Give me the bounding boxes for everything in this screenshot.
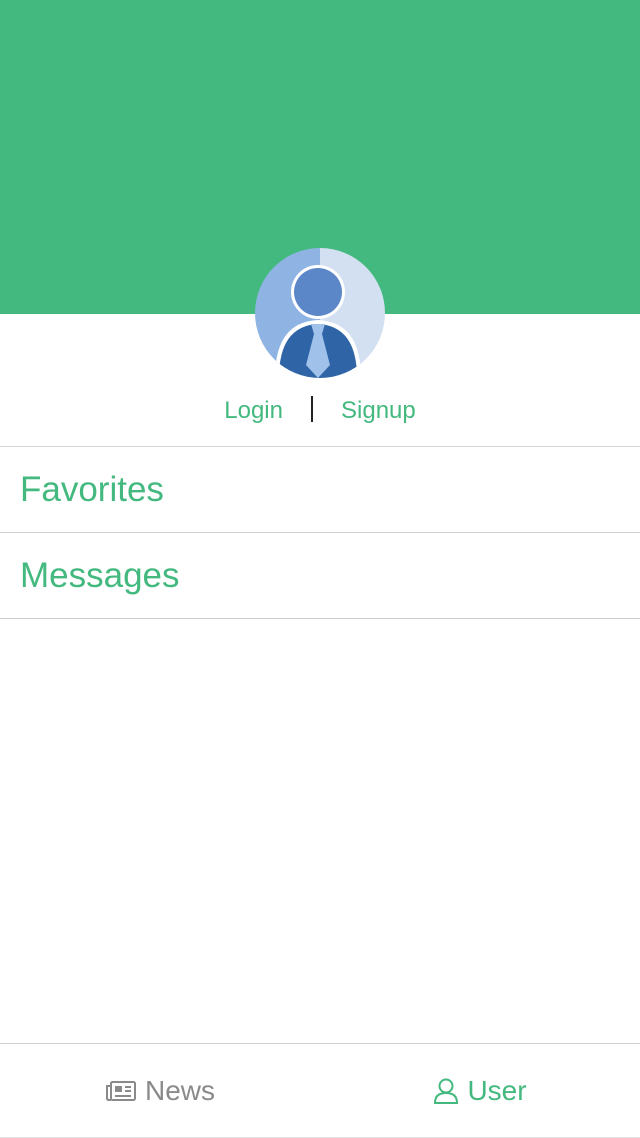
tab-news-label: News <box>144 1074 215 1106</box>
bottom-tab-bar: News User <box>0 1043 640 1138</box>
user-avatar-icon[interactable] <box>255 248 385 378</box>
tab-news[interactable]: News <box>0 1044 320 1137</box>
auth-divider <box>311 396 313 422</box>
newspaper-icon <box>105 1079 137 1103</box>
user-icon <box>433 1077 459 1105</box>
menu-item-messages[interactable]: Messages <box>0 533 640 619</box>
menu-item-favorites-label: Favorites <box>20 469 164 509</box>
menu-item-messages-label: Messages <box>20 555 180 595</box>
profile-menu: Favorites Messages <box>0 446 640 619</box>
tab-user-label: User <box>467 1074 527 1106</box>
signup-link[interactable]: Signup <box>337 397 420 425</box>
auth-links: Login Signup <box>0 390 640 432</box>
tab-user[interactable]: User <box>320 1044 640 1137</box>
login-link[interactable]: Login <box>220 397 287 425</box>
menu-item-favorites[interactable]: Favorites <box>0 447 640 533</box>
